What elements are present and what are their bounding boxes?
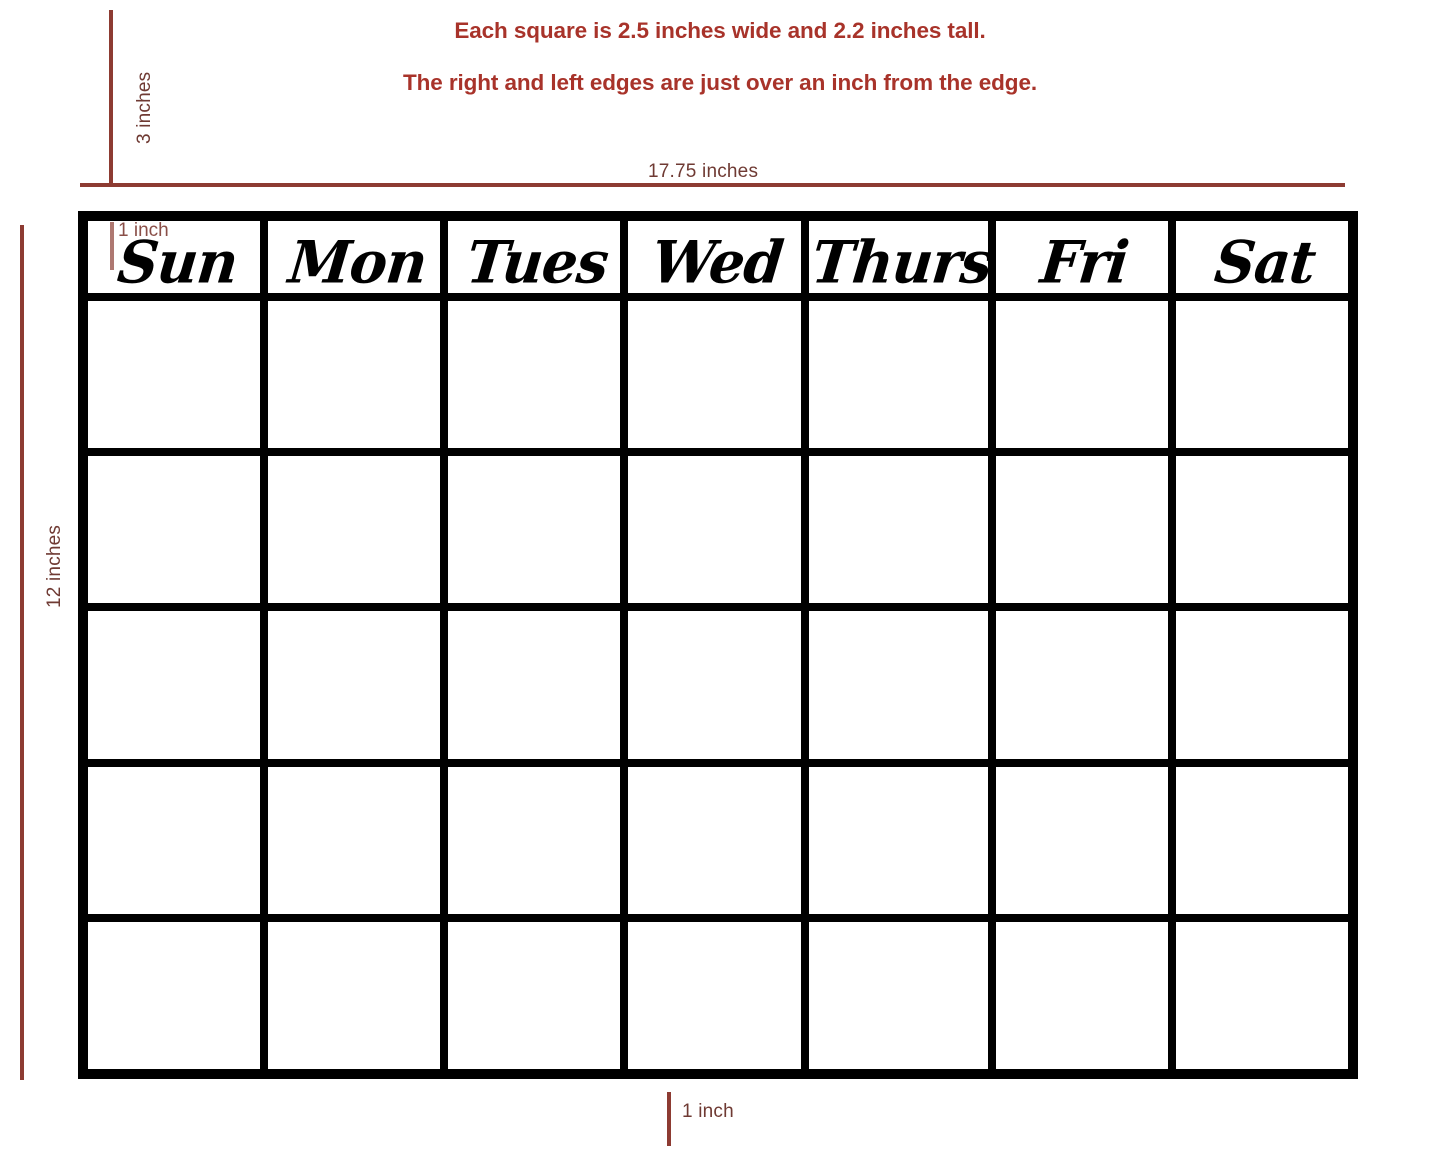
calendar-cell[interactable] xyxy=(88,766,261,914)
day-header-wed: Wed xyxy=(628,221,801,298)
calendar-cell[interactable] xyxy=(88,456,261,604)
calendar-cell[interactable] xyxy=(268,456,441,604)
calendar-cell[interactable] xyxy=(628,456,801,604)
heading-line-2: The right and left edges are just over a… xyxy=(402,69,1038,95)
day-header-fri: Fri xyxy=(995,221,1168,298)
grid-left-inset-tick xyxy=(110,222,114,270)
calendar-cell[interactable] xyxy=(268,766,441,914)
calendar-cell[interactable] xyxy=(1175,611,1348,759)
calendar-cell[interactable] xyxy=(1175,766,1348,914)
day-header-tues: Tues xyxy=(448,221,621,298)
calendar-cell[interactable] xyxy=(448,456,621,604)
calendar-cell[interactable] xyxy=(808,301,988,449)
calendar-cell[interactable] xyxy=(808,611,988,759)
calendar-cell[interactable] xyxy=(268,921,441,1069)
day-header-label: Fri xyxy=(1038,228,1132,298)
calendar-cell[interactable] xyxy=(808,921,988,1069)
calendar-cell[interactable] xyxy=(268,611,441,759)
calendar-cell[interactable] xyxy=(448,766,621,914)
calendar-cell[interactable] xyxy=(628,301,801,449)
day-header-sat: Sat xyxy=(1175,221,1348,298)
seventeen-seventyfive-inches-label: 17.75 inches xyxy=(648,161,759,182)
grid-left-inset-label: 1 inch xyxy=(118,220,169,241)
bottom-inset-label: 1 inch xyxy=(682,1101,734,1122)
calendar-cell[interactable] xyxy=(628,921,801,1069)
calendar-cell[interactable] xyxy=(88,921,261,1069)
calendar-cell[interactable] xyxy=(448,611,621,759)
calendar-cell[interactable] xyxy=(88,611,261,759)
calendar-cell[interactable] xyxy=(995,611,1168,759)
day-header-label: Tues xyxy=(463,228,612,298)
day-header-label: Mon xyxy=(285,228,430,298)
twelve-inches-label: 12 inches xyxy=(44,524,65,608)
heading-line-1: Each square is 2.5 inches wide and 2.2 i… xyxy=(454,18,986,43)
calendar-cell[interactable] xyxy=(448,921,621,1069)
day-header-label: Wed xyxy=(648,228,787,298)
calendar-cell[interactable] xyxy=(628,611,801,759)
heading-block: Each square is 2.5 inches wide and 2.2 i… xyxy=(0,18,1440,95)
seventeen-seventyfive-rule-line xyxy=(80,183,1345,187)
calendar-cell[interactable] xyxy=(448,301,621,449)
day-header-label: Sun xyxy=(114,228,241,298)
calendar-cell[interactable] xyxy=(1175,921,1348,1069)
day-header-mon: Mon xyxy=(268,221,441,298)
calendar-cell[interactable] xyxy=(808,766,988,914)
calendar-cell[interactable] xyxy=(995,301,1168,449)
calendar-cell[interactable] xyxy=(995,766,1168,914)
day-header-thurs: Thurs xyxy=(808,221,994,298)
calendar-cell[interactable] xyxy=(995,921,1168,1069)
calendar-cell[interactable] xyxy=(995,456,1168,604)
calendar-cell[interactable] xyxy=(1175,456,1348,604)
calendar-cell[interactable] xyxy=(1175,301,1348,449)
day-header-label: Sat xyxy=(1211,228,1319,298)
calendar-cell[interactable] xyxy=(88,301,261,449)
calendar-grid: Sun Mon Tues Wed Thurs Fri Sat xyxy=(78,211,1358,1079)
calendar-cell[interactable] xyxy=(808,456,988,604)
bottom-inset-rule-line xyxy=(667,1092,671,1146)
day-header-label: Thurs xyxy=(808,228,995,298)
calendar-cell[interactable] xyxy=(628,766,801,914)
calendar-cell[interactable] xyxy=(268,301,441,449)
twelve-inches-rule-line xyxy=(20,225,24,1080)
